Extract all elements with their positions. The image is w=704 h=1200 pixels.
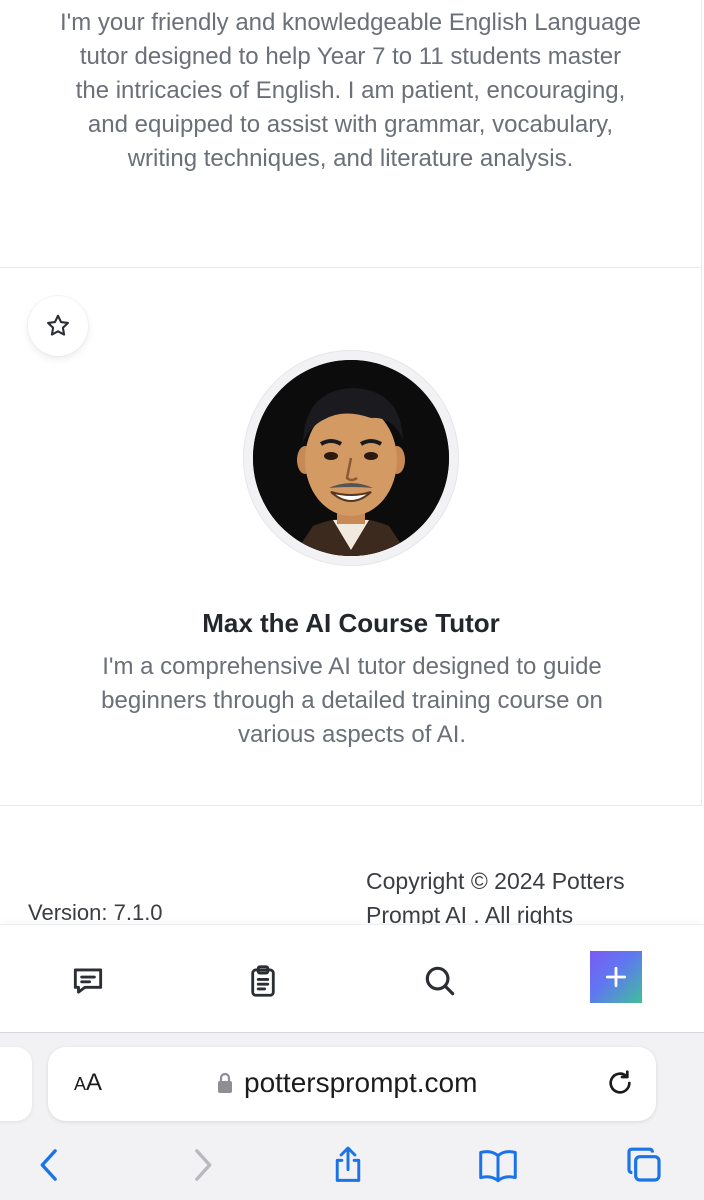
clipboard-icon	[251, 965, 275, 997]
forward-button[interactable]	[180, 1143, 224, 1187]
favorite-button[interactable]	[28, 296, 88, 356]
lock-icon	[218, 1072, 232, 1093]
card-description: I'm your friendly and knowledgeable Engl…	[60, 9, 641, 172]
url-text: pottersprompt.com	[244, 1067, 478, 1098]
browser-toolbar: AA pottersprompt.com	[0, 1032, 704, 1200]
share-icon	[335, 1146, 361, 1182]
tabs-button[interactable]	[622, 1143, 666, 1187]
avatar-portrait	[253, 360, 449, 556]
chevron-right-icon	[195, 1149, 212, 1181]
tutor-description: I'm a comprehensive AI tutor designed to…	[101, 653, 603, 748]
add-button[interactable]	[590, 951, 642, 1003]
plus-icon	[605, 966, 627, 988]
address-bar[interactable]: AA pottersprompt.com	[48, 1047, 656, 1121]
search-icon	[425, 966, 455, 996]
tutor-avatar	[243, 350, 459, 566]
site-bottom-nav	[0, 924, 704, 1032]
gpt-card-english-tutor[interactable]: I'm your friendly and knowledgeable Engl…	[0, 0, 702, 268]
chat-icon	[73, 968, 103, 994]
search-nav-button[interactable]	[420, 961, 460, 1001]
previous-tab-preview[interactable]	[0, 1047, 32, 1121]
chat-nav-button[interactable]	[68, 961, 108, 1001]
text-size-button[interactable]: AA	[74, 1069, 102, 1097]
bookmarks-button[interactable]	[476, 1143, 520, 1187]
share-button[interactable]	[326, 1143, 370, 1187]
reload-icon	[609, 1070, 631, 1094]
back-button[interactable]	[28, 1143, 72, 1187]
star-icon	[47, 314, 69, 336]
reload-button[interactable]	[604, 1067, 636, 1104]
copyright-text: Copyright © 2024 Potters Prompt AI . All…	[366, 868, 625, 928]
tabs-icon	[627, 1147, 661, 1182]
book-icon	[479, 1150, 517, 1183]
version-label: Version: 7.1.0	[28, 900, 163, 925]
chevron-left-icon	[40, 1149, 57, 1181]
clipboard-nav-button[interactable]	[243, 961, 283, 1001]
tutor-name: Max the AI Course Tutor	[202, 608, 500, 638]
